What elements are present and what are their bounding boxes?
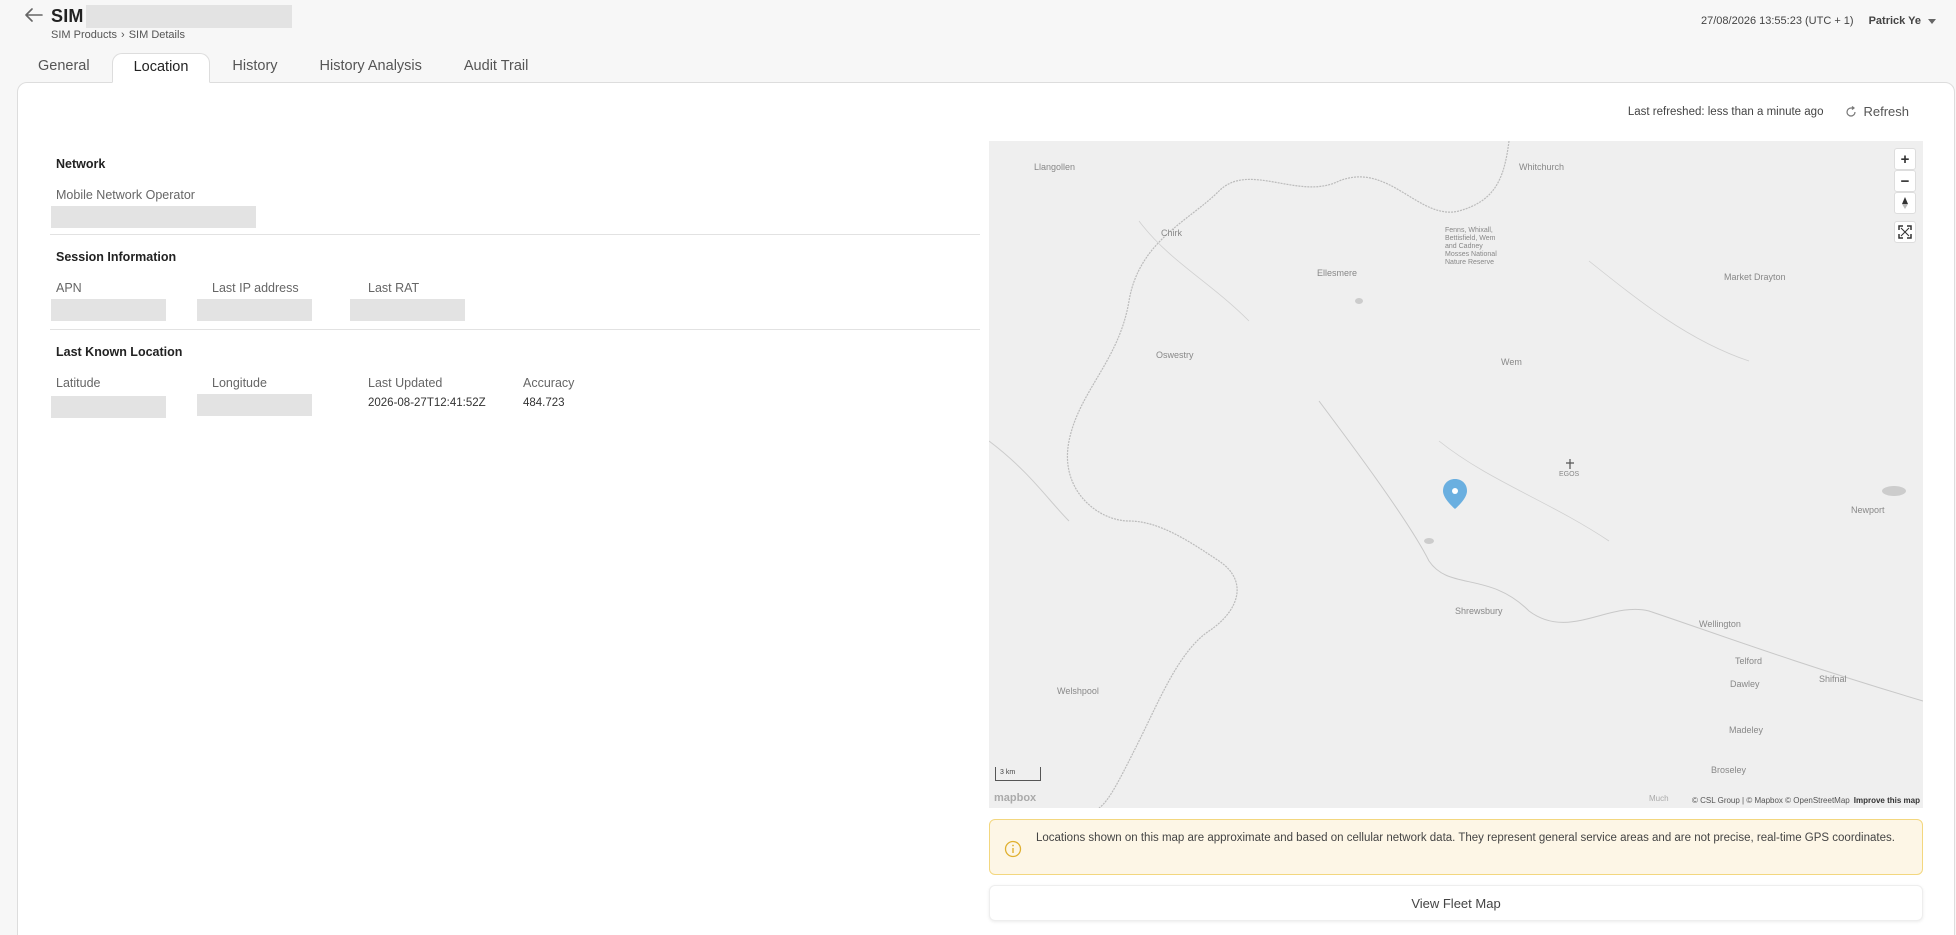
location-map[interactable]: Llangollen Whitchurch Chirk Fenns, Whixa… <box>989 141 1923 808</box>
divider <box>50 329 980 330</box>
compass-button[interactable] <box>1894 192 1916 214</box>
location-marker-icon <box>1443 479 1467 509</box>
session-section-title: Session Information <box>56 250 177 264</box>
network-section-title: Network <box>56 157 106 171</box>
attribution-text[interactable]: © CSL Group | © Mapbox © OpenStreetMap <box>1692 796 1850 805</box>
location-section-title: Last Known Location <box>56 345 183 359</box>
redacted-mno-value <box>51 206 256 228</box>
current-datetime: 27/08/2026 13:55:23 (UTC + 1) <box>1701 15 1854 27</box>
zoom-in-button[interactable]: + <box>1894 148 1916 170</box>
map-place-label: Oswestry <box>1156 350 1194 360</box>
map-place-label: EGOS <box>1559 471 1580 478</box>
map-place-label: Welshpool <box>1057 686 1099 696</box>
tab-general[interactable]: General <box>18 53 110 83</box>
airport-icon <box>1566 459 1574 469</box>
map-place-label: Dawley <box>1730 679 1760 689</box>
longitude-label: Longitude <box>212 376 267 390</box>
last-refreshed-status: Last refreshed: less than a minute ago <box>1627 105 1824 118</box>
redacted-longitude-value <box>197 394 312 416</box>
tab-history[interactable]: History <box>212 53 297 83</box>
tab-location[interactable]: Location <box>111 53 211 83</box>
map-place-label: Whitchurch <box>1519 162 1565 172</box>
map-place-label: Shrewsbury <box>1455 606 1503 616</box>
caret-down-icon <box>1928 18 1936 24</box>
improve-map-link[interactable]: Improve this map <box>1854 796 1920 805</box>
breadcrumb-sim-details: SIM Details <box>128 29 185 41</box>
page-title: SIM <box>51 6 84 26</box>
header-right: 27/08/2026 13:55:23 (UTC + 1) Patrick Ye <box>1701 15 1936 27</box>
refresh-row: Last refreshed: less than a minute ago R… <box>1628 104 1909 119</box>
divider <box>50 234 980 235</box>
map-place-label: Much <box>1649 794 1669 803</box>
user-menu[interactable]: Patrick Ye <box>1869 15 1936 27</box>
latitude-label: Latitude <box>56 376 101 390</box>
redacted-ip-value <box>197 299 312 321</box>
accuracy-value: 484.723 <box>523 397 565 409</box>
last-updated-label: Last Updated <box>368 376 443 390</box>
info-icon <box>1004 840 1022 858</box>
map-place-label: Shifnal <box>1819 674 1847 684</box>
refresh-button[interactable]: Refresh <box>1845 104 1909 119</box>
mapbox-logo[interactable]: mapbox <box>994 792 1036 804</box>
view-fleet-map-button[interactable]: View Fleet Map <box>989 885 1923 921</box>
map-place-label: Fenns, Whixall, Bettisfield, Wem and Cad… <box>1445 227 1497 266</box>
mno-label: Mobile Network Operator <box>56 188 195 202</box>
tab-history-analysis[interactable]: History Analysis <box>300 53 442 83</box>
map-place-label: Llangollen <box>1034 162 1076 172</box>
tab-audit-trail[interactable]: Audit Trail <box>444 53 548 83</box>
map-place-label: Chirk <box>1161 228 1183 238</box>
last-rat-label: Last RAT <box>368 281 420 295</box>
map-place-label: Ellesmere <box>1317 268 1358 278</box>
approximate-location-notice: Locations shown on this map are approxim… <box>989 819 1923 875</box>
redacted-rat-value <box>350 299 465 321</box>
map-scale-bar: 3 km <box>995 767 1041 781</box>
notice-text: Locations shown on this map are approxim… <box>1036 832 1895 844</box>
arrow-left-icon <box>25 8 43 22</box>
compass-icon <box>1902 197 1908 209</box>
zoom-out-button[interactable]: − <box>1894 170 1916 192</box>
fullscreen-icon <box>1898 225 1912 239</box>
tab-bar: General Location History History Analysi… <box>18 53 550 83</box>
redacted-apn-value <box>51 299 166 321</box>
map-place-label: Wellington <box>1699 619 1741 629</box>
map-place-label: Newport <box>1851 505 1885 515</box>
map-place-label: Telford <box>1735 656 1763 666</box>
map-place-label: Broseley <box>1711 765 1747 775</box>
accuracy-label: Accuracy <box>523 376 575 390</box>
last-updated-value: 2026-08-27T12:41:52Z <box>368 397 486 409</box>
breadcrumb-sim-products[interactable]: SIM Products <box>51 29 117 41</box>
refresh-icon <box>1846 105 1857 117</box>
title-row: SIM <box>51 5 292 28</box>
user-name: Patrick Ye <box>1868 15 1921 27</box>
redacted-sim-id <box>85 5 292 28</box>
apn-label: APN <box>56 281 82 295</box>
fullscreen-button[interactable] <box>1894 221 1916 243</box>
refresh-label: Refresh <box>1863 104 1909 119</box>
redacted-latitude-value <box>51 396 166 418</box>
map-place-label: Market Drayton <box>1724 272 1786 282</box>
map-attribution: © CSL Group | © Mapbox © OpenStreetMap I… <box>1692 796 1920 805</box>
back-button[interactable] <box>22 3 46 27</box>
breadcrumb: SIM Products › SIM Details <box>51 29 185 41</box>
last-ip-label: Last IP address <box>212 281 299 295</box>
map-place-label: Madeley <box>1729 725 1764 735</box>
page-header: SIM SIM Products › SIM Details 27/08/202… <box>0 0 1956 58</box>
breadcrumb-separator: › <box>121 29 125 41</box>
map-place-label: Wem <box>1501 357 1522 367</box>
